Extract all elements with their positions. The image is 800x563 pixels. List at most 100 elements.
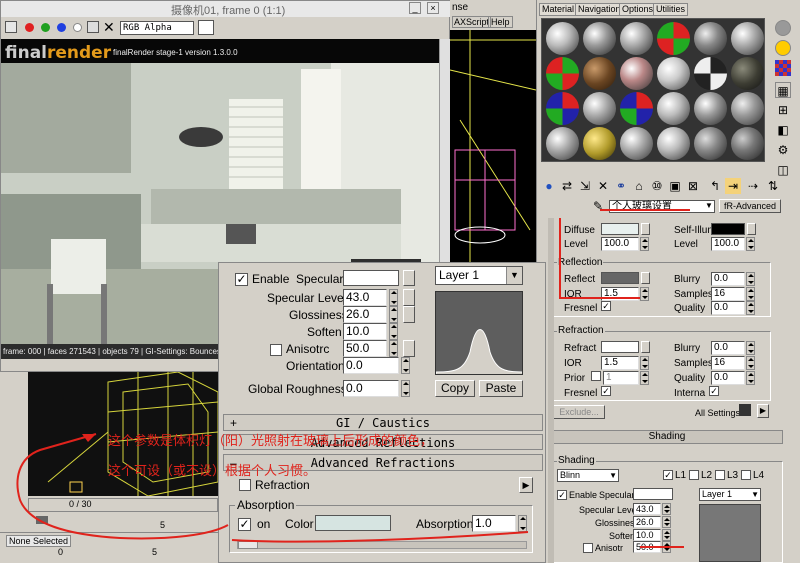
enable-checkbox[interactable]: ✓ [235, 273, 248, 286]
sample-slot[interactable] [657, 57, 690, 90]
sample-slot[interactable] [620, 22, 653, 55]
shading-spec-level-field[interactable]: 43.0 [633, 503, 661, 515]
sample-slot[interactable] [731, 57, 764, 90]
sample-slot[interactable] [694, 127, 727, 160]
menu-navigation[interactable]: Navigation [575, 3, 624, 16]
specular-swatch[interactable] [343, 270, 399, 286]
shading-layer-select[interactable]: Layer 1 ▼ [699, 488, 761, 501]
shading-gloss-spinner[interactable] [662, 516, 671, 528]
show-end-icon[interactable]: ⊠ [685, 178, 701, 194]
refract-map-button[interactable] [641, 341, 650, 353]
refract-swatch[interactable] [601, 341, 639, 353]
refr-ior-spinner[interactable] [640, 356, 649, 370]
reset-material-icon[interactable]: ✕ [595, 178, 611, 194]
blurry-field[interactable]: 0.0 [711, 272, 745, 286]
refr-samples-spinner[interactable] [746, 356, 755, 370]
anisotropy-map-button[interactable] [403, 340, 415, 357]
shading-specular-swatch[interactable] [633, 488, 673, 500]
self-illum-level-spinner[interactable] [746, 237, 755, 251]
anisotropy-field[interactable]: 50.0 [343, 340, 387, 357]
sample-slot[interactable] [657, 22, 690, 55]
video-check-icon[interactable]: ⊞ [775, 102, 791, 118]
red-channel-icon[interactable] [25, 23, 34, 32]
menu-material[interactable]: Material [539, 3, 578, 16]
timeline-ruler[interactable]: 5 [0, 512, 218, 530]
shading-enable-checkbox[interactable]: ✓ [557, 490, 567, 500]
diffuse-map-button[interactable] [641, 223, 650, 235]
uv-tiling-icon[interactable]: ▦ [775, 82, 791, 98]
put-library-icon[interactable]: ⌂ [631, 178, 647, 194]
ior-spinner[interactable] [640, 287, 649, 301]
fresnel-checkbox[interactable]: ✓ [601, 301, 611, 311]
sample-slot[interactable] [731, 127, 764, 160]
sample-slot[interactable] [657, 92, 690, 125]
blurry-spinner[interactable] [746, 272, 755, 286]
sample-slot[interactable] [620, 57, 653, 90]
specular-level-spinner[interactable] [389, 289, 398, 306]
sample-slot[interactable] [546, 127, 579, 160]
refr-ior-field[interactable]: 1.5 [601, 356, 639, 370]
ior-field[interactable]: 1.5 [601, 287, 639, 301]
material-id-icon[interactable]: ⑩ [649, 178, 665, 194]
blue-channel-icon[interactable] [57, 23, 66, 32]
sample-type-icon[interactable] [775, 20, 791, 36]
menu-axscript[interactable]: AXScript [452, 16, 492, 28]
make-unique-icon[interactable]: ⚭ [613, 178, 629, 194]
diffuse-level-spinner[interactable] [640, 237, 649, 251]
quality-spinner[interactable] [746, 301, 755, 315]
sample-slot[interactable] [657, 127, 690, 160]
samples-field[interactable]: 16 [711, 287, 745, 301]
sample-slot[interactable] [546, 92, 579, 125]
max-viewport-top[interactable] [450, 30, 536, 262]
menu-options[interactable]: Options [619, 3, 657, 16]
sample-slot[interactable] [731, 22, 764, 55]
reflect-swatch[interactable] [601, 272, 639, 284]
reflect-map-button[interactable] [641, 272, 650, 284]
orientation-spinner[interactable] [401, 357, 410, 374]
options-icon[interactable]: ⚙ [775, 142, 791, 158]
shading-gloss-field[interactable]: 26.0 [633, 516, 661, 528]
specular-level-map-button[interactable] [403, 289, 415, 306]
settings-arrow-button[interactable]: ▶ [757, 404, 769, 418]
specular-map-button[interactable] [403, 270, 415, 286]
interna-checkbox[interactable]: ✓ [709, 386, 719, 396]
time-slider[interactable]: 0 / 30 [28, 498, 218, 512]
refr-blurry-field[interactable]: 0.0 [711, 341, 745, 355]
prior-checkbox[interactable] [591, 371, 601, 381]
absorption-on-checkbox[interactable]: ✓ [238, 518, 251, 531]
copy-button[interactable]: Copy [435, 380, 475, 397]
sample-slot[interactable] [546, 57, 579, 90]
shading-soften-field[interactable]: 10.0 [633, 529, 661, 541]
material-editor-scrollbar[interactable] [548, 218, 554, 563]
clear-icon[interactable]: ✕ [103, 19, 115, 35]
pick-icon[interactable]: ⇅ [765, 178, 781, 194]
diffuse-level-field[interactable]: 100.0 [601, 237, 639, 251]
material-name-field[interactable]: 个人玻璃设置 [609, 200, 715, 213]
channel-select[interactable]: RGB Alpha [120, 21, 194, 35]
samples-spinner[interactable] [746, 287, 755, 301]
menu-utilities[interactable]: Utilities [653, 3, 689, 16]
glossiness-map-button[interactable] [403, 306, 415, 323]
refr-samples-field[interactable]: 16 [711, 356, 745, 370]
assign-material-icon[interactable]: ⇲ [577, 178, 593, 194]
sample-slot[interactable] [620, 92, 653, 125]
select-by-material-icon[interactable]: ◫ [775, 162, 791, 178]
absorption-value-spinner[interactable] [518, 515, 527, 532]
absorption-slider[interactable] [237, 541, 527, 549]
channel-swatch[interactable] [198, 20, 214, 35]
menu-help[interactable]: Help [488, 16, 513, 28]
orientation-field[interactable]: 0.0 [343, 357, 399, 374]
put-material-icon[interactable]: ⇄ [559, 178, 575, 194]
save-settings-icon[interactable] [739, 404, 751, 416]
layer-select[interactable]: Layer 1 ▼ [435, 266, 523, 285]
l1-checkbox[interactable]: ✓ [663, 470, 673, 480]
minimize-icon[interactable]: _ [409, 2, 421, 14]
material-type-button[interactable]: fR-Advanced [719, 199, 781, 213]
paste-button[interactable]: Paste [479, 380, 523, 397]
absorption-slider-thumb[interactable] [238, 541, 258, 549]
background-icon[interactable] [775, 60, 791, 76]
sample-slot[interactable] [620, 127, 653, 160]
refr-fresnel-checkbox[interactable]: ✓ [601, 386, 611, 396]
copy-image-icon[interactable] [87, 21, 99, 33]
sample-slot[interactable] [583, 127, 616, 160]
